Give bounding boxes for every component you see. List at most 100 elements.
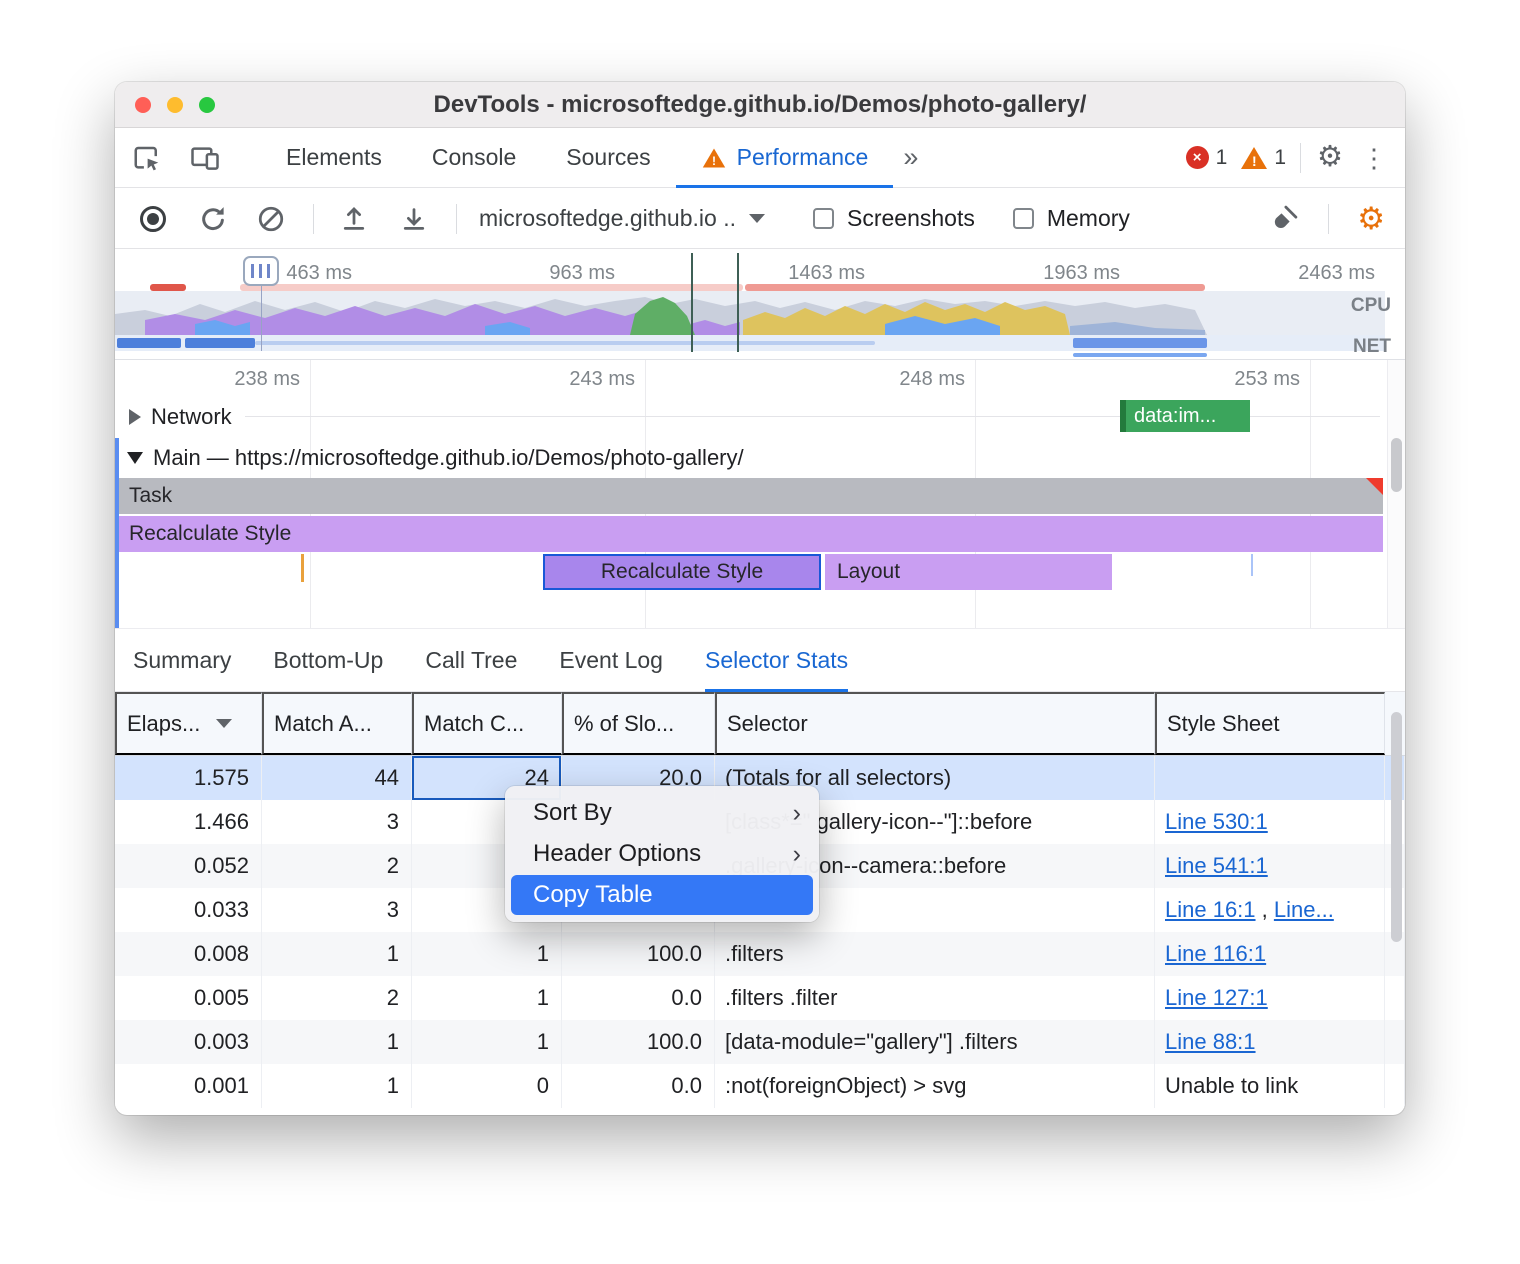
menu-item-copy-table[interactable]: Copy Table bbox=[511, 875, 813, 915]
style-sheet-link[interactable]: Line 541:1 bbox=[1165, 853, 1268, 879]
flame-time-label: 243 ms bbox=[525, 368, 635, 391]
cell-elapsed: 0.003 bbox=[115, 1020, 262, 1064]
recalculate-style-event-bar[interactable]: Recalculate Style bbox=[119, 516, 1383, 552]
cell-match-attempts: 3 bbox=[262, 800, 412, 844]
task-event-bar[interactable]: Task bbox=[119, 478, 1383, 514]
range-selection-handle[interactable] bbox=[243, 256, 279, 286]
more-tabs-button[interactable]: » bbox=[893, 142, 928, 173]
event-label: Recalculate Style bbox=[601, 560, 763, 583]
context-menu: Sort By › Header Options › Copy Table bbox=[505, 786, 819, 922]
cell-selector: [data-module="gallery"] .filters bbox=[715, 1020, 1155, 1064]
cell-elapsed: 0.001 bbox=[115, 1064, 262, 1108]
cpu-activity-chart[interactable] bbox=[115, 291, 1385, 335]
record-icon[interactable] bbox=[135, 201, 171, 237]
column-header-pct-slow[interactable]: % of Slo... bbox=[562, 692, 715, 755]
overview-time-label: 1963 ms bbox=[1010, 262, 1120, 285]
style-sheet-link[interactable]: Line 16:1 bbox=[1165, 897, 1256, 923]
table-row[interactable]: 0.005 2 1 0.0 .filters .filter Line 127:… bbox=[115, 976, 1405, 1020]
tab-call-tree[interactable]: Call Tree bbox=[425, 629, 517, 692]
tab-event-log[interactable]: Event Log bbox=[559, 629, 663, 692]
tab-selector-stats[interactable]: Selector Stats bbox=[705, 629, 848, 692]
warning-icon: ! bbox=[702, 148, 724, 167]
cell-match-attempts: 44 bbox=[262, 756, 412, 800]
network-track-header[interactable]: Network bbox=[129, 404, 232, 430]
column-label: Match A... bbox=[274, 711, 372, 737]
disclosure-expanded-icon[interactable] bbox=[127, 452, 143, 464]
tab-elements[interactable]: Elements bbox=[261, 128, 407, 188]
style-sheet-link[interactable]: Line 530:1 bbox=[1165, 809, 1268, 835]
menu-item-header-options[interactable]: Header Options › bbox=[511, 834, 813, 874]
column-header-elapsed[interactable]: Elaps... bbox=[115, 692, 262, 755]
tab-performance[interactable]: ! Performance bbox=[676, 128, 894, 188]
network-request-bar[interactable]: data:im... bbox=[1120, 400, 1250, 432]
tab-sources[interactable]: Sources bbox=[541, 128, 675, 188]
cell-style-sheet: Line 127:1 bbox=[1155, 976, 1385, 1020]
column-header-selector[interactable]: Selector bbox=[715, 692, 1155, 755]
capture-settings-gear-icon[interactable]: ⚙ bbox=[1355, 203, 1387, 234]
disclosure-collapsed-icon[interactable] bbox=[129, 409, 141, 425]
cell-elapsed: 1.466 bbox=[115, 800, 262, 844]
style-sheet-link[interactable]: Line... bbox=[1274, 897, 1334, 923]
selection-edge-line[interactable] bbox=[261, 284, 262, 351]
timeline-overview[interactable]: 463 ms 963 ms 1463 ms 1963 ms 2463 ms CP… bbox=[115, 249, 1405, 360]
download-profile-icon[interactable] bbox=[396, 201, 432, 237]
warning-count-badge[interactable]: ! 1 bbox=[1241, 146, 1286, 170]
grid-scrollbar-thumb[interactable] bbox=[1391, 712, 1402, 942]
flame-time-label: 248 ms bbox=[855, 368, 965, 391]
settings-icon[interactable]: ⚙ bbox=[1315, 143, 1345, 172]
cell-selector: :not(foreignObject) > svg bbox=[715, 1064, 1155, 1108]
style-sheet-link[interactable]: Line 88:1 bbox=[1165, 1029, 1256, 1055]
checkbox-icon bbox=[1013, 208, 1034, 229]
column-header-match-attempts[interactable]: Match A... bbox=[262, 692, 412, 755]
table-row[interactable]: 0.008 1 1 100.0 .filters Line 116:1 bbox=[115, 932, 1405, 976]
error-count-badge[interactable]: × 1 bbox=[1186, 146, 1228, 170]
zoom-window-button[interactable] bbox=[199, 97, 215, 113]
close-window-button[interactable] bbox=[135, 97, 151, 113]
tab-summary[interactable]: Summary bbox=[133, 629, 231, 692]
divider bbox=[1300, 143, 1301, 173]
table-row[interactable]: 0.003 1 1 100.0 [data-module="gallery"] … bbox=[115, 1020, 1405, 1064]
layout-event-bar[interactable]: Layout bbox=[825, 554, 1112, 590]
style-sheet-link[interactable]: Line 127:1 bbox=[1165, 985, 1268, 1011]
more-options-icon[interactable]: ⋮ bbox=[1359, 145, 1389, 171]
titlebar[interactable]: DevTools - microsoftedge.github.io/Demos… bbox=[115, 82, 1405, 128]
table-row[interactable]: 0.001 1 0 0.0 :not(foreignObject) > svg … bbox=[115, 1064, 1405, 1108]
profile-select[interactable]: microsoftedge.github.io .. bbox=[479, 205, 765, 232]
warning-count: 1 bbox=[1274, 146, 1286, 170]
reload-and-record-icon[interactable] bbox=[195, 201, 231, 237]
cell-filler bbox=[1385, 1020, 1405, 1064]
selected-recalculate-style-event[interactable]: Recalculate Style bbox=[543, 554, 821, 590]
upload-profile-icon[interactable] bbox=[336, 201, 372, 237]
minor-event-tick[interactable] bbox=[1251, 554, 1253, 576]
column-header-match-count[interactable]: Match C... bbox=[412, 692, 562, 755]
event-label: Recalculate Style bbox=[129, 522, 291, 545]
clear-recording-icon[interactable] bbox=[253, 201, 289, 237]
divider bbox=[313, 204, 314, 234]
style-sheet-link[interactable]: Line 116:1 bbox=[1165, 941, 1266, 967]
screenshots-checkbox[interactable]: Screenshots bbox=[813, 205, 975, 232]
flame-scrollbar[interactable] bbox=[1387, 360, 1405, 628]
flame-scrollbar-thumb[interactable] bbox=[1391, 438, 1402, 492]
tab-console[interactable]: Console bbox=[407, 128, 541, 188]
column-label: Style Sheet bbox=[1167, 711, 1280, 737]
long-task-warning-icon bbox=[1366, 478, 1383, 495]
minimize-window-button[interactable] bbox=[167, 97, 183, 113]
memory-checkbox[interactable]: Memory bbox=[1013, 205, 1130, 232]
collect-garbage-icon[interactable] bbox=[1266, 201, 1302, 237]
cell-style-sheet: Line 16:1 , Line... bbox=[1155, 888, 1385, 932]
minor-event-tick[interactable] bbox=[301, 554, 304, 582]
inspect-element-icon[interactable] bbox=[129, 140, 165, 176]
checkbox-icon bbox=[813, 208, 834, 229]
cell-elapsed: 0.052 bbox=[115, 844, 262, 888]
selection-edge-line[interactable] bbox=[737, 253, 739, 352]
window-title: DevTools - microsoftedge.github.io/Demos… bbox=[115, 91, 1405, 119]
device-toolbar-icon[interactable] bbox=[187, 140, 223, 176]
overview-time-label: 1463 ms bbox=[755, 262, 865, 285]
tab-bottom-up[interactable]: Bottom-Up bbox=[273, 629, 383, 692]
divider bbox=[1328, 204, 1329, 234]
main-track-header[interactable]: Main — https://microsoftedge.github.io/D… bbox=[127, 444, 744, 472]
flame-chart[interactable]: 238 ms 243 ms 248 ms 253 ms Network data… bbox=[115, 360, 1405, 628]
playhead-line[interactable] bbox=[691, 253, 693, 352]
column-header-style-sheet[interactable]: Style Sheet bbox=[1155, 692, 1385, 755]
menu-item-sort-by[interactable]: Sort By › bbox=[511, 793, 813, 833]
